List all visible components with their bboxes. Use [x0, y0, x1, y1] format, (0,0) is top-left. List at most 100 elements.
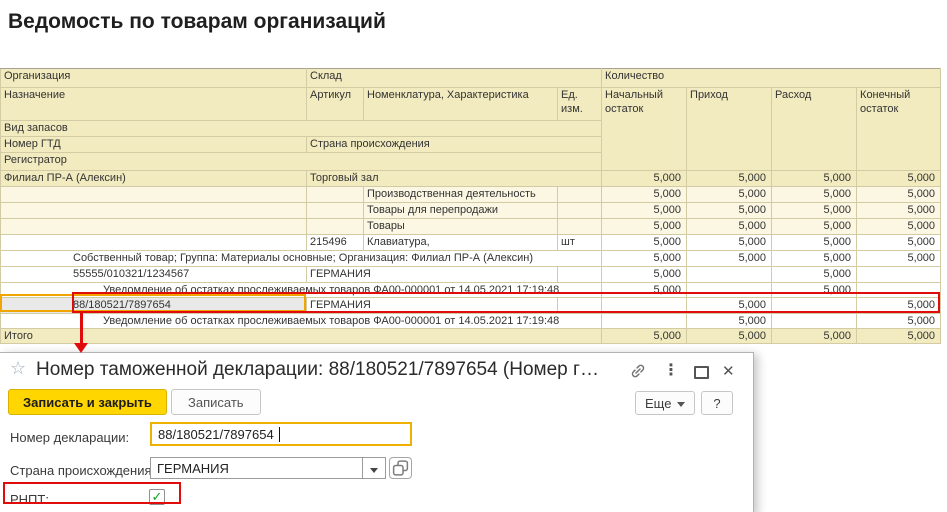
cell-num[interactable]: 5,000: [857, 251, 941, 267]
cell-gtd-number-selected[interactable]: 88/180521/7897654: [1, 298, 307, 314]
cell-empty[interactable]: [307, 187, 364, 203]
cell-origin-country[interactable]: ГЕРМАНИЯ: [307, 267, 558, 283]
cell-empty[interactable]: [558, 298, 602, 314]
cell-num[interactable]: 5,000: [772, 283, 857, 298]
header-purpose[interactable]: Назначение: [1, 88, 307, 121]
cell-registrar-group[interactable]: Уведомление об остатках прослеживаемых т…: [1, 283, 602, 298]
favorite-star-icon[interactable]: ☆: [10, 358, 26, 379]
header-origin-country[interactable]: Страна происхождения: [307, 137, 602, 153]
cell-num[interactable]: 5,000: [857, 187, 941, 203]
cell-group[interactable]: Производственная деятельность: [364, 187, 558, 203]
cell-empty[interactable]: [1, 203, 307, 219]
cell-empty[interactable]: [558, 267, 602, 283]
cell-empty[interactable]: [558, 203, 602, 219]
cell-num[interactable]: 5,000: [772, 219, 857, 235]
declaration-number-input[interactable]: 88/180521/7897654: [150, 422, 412, 446]
cell-num[interactable]: 5,000: [772, 251, 857, 267]
cell-num[interactable]: 5,000: [772, 267, 857, 283]
cell-num[interactable]: 5,000: [602, 235, 687, 251]
cell-num[interactable]: 5,000: [602, 171, 687, 187]
header-closing-balance[interactable]: Конечный остаток: [857, 88, 941, 171]
cell-unit[interactable]: шт: [558, 235, 602, 251]
country-dropdown-button[interactable]: [362, 457, 386, 479]
cell-num[interactable]: 5,000: [602, 283, 687, 298]
cell-total-num[interactable]: 5,000: [687, 329, 772, 344]
cell-num[interactable]: 5,000: [857, 235, 941, 251]
cell-num[interactable]: [857, 267, 941, 283]
cell-num[interactable]: 5,000: [687, 187, 772, 203]
help-button[interactable]: ?: [701, 391, 733, 415]
header-income[interactable]: Приход: [687, 88, 772, 171]
cell-num[interactable]: [772, 314, 857, 329]
link-icon[interactable]: [630, 363, 646, 384]
cell-group[interactable]: Товары: [364, 219, 558, 235]
header-nomenclature[interactable]: Номенклатура, Характеристика: [364, 88, 558, 121]
cell-group[interactable]: Товары для перепродажи: [364, 203, 558, 219]
cell-num[interactable]: 5,000: [602, 203, 687, 219]
cell-num[interactable]: [687, 267, 772, 283]
cell-num[interactable]: [857, 283, 941, 298]
origin-country-input[interactable]: ГЕРМАНИЯ: [150, 457, 363, 479]
cell-registrar-group[interactable]: Уведомление об остатках прослеживаемых т…: [1, 314, 602, 329]
header-organization[interactable]: Организация: [1, 69, 307, 88]
header-opening-balance[interactable]: Начальный остаток: [602, 88, 687, 171]
cell-num[interactable]: 5,000: [772, 187, 857, 203]
header-unit[interactable]: Ед. изм.: [558, 88, 602, 121]
cell-num[interactable]: 5,000: [687, 298, 772, 314]
header-sku[interactable]: Артикул: [307, 88, 364, 121]
cell-num[interactable]: 5,000: [772, 235, 857, 251]
cell-stock-kind-group[interactable]: Собственный товар; Группа: Материалы осн…: [1, 251, 602, 267]
cell-num[interactable]: [687, 283, 772, 298]
cell-empty[interactable]: [1, 235, 307, 251]
cell-num[interactable]: 5,000: [687, 171, 772, 187]
header-registrar[interactable]: Регистратор: [1, 153, 602, 171]
kebab-menu-icon[interactable]: ⋮: [663, 360, 679, 380]
cell-total-num[interactable]: 5,000: [772, 329, 857, 344]
restore-window-icon[interactable]: [694, 366, 709, 379]
cell-num[interactable]: [602, 314, 687, 329]
cell-num[interactable]: 5,000: [602, 187, 687, 203]
cell-origin-country[interactable]: ГЕРМАНИЯ: [307, 298, 558, 314]
save-and-close-button[interactable]: Записать и закрыть: [8, 389, 167, 415]
cell-empty[interactable]: [558, 187, 602, 203]
cell-num[interactable]: [772, 298, 857, 314]
cell-num[interactable]: 5,000: [857, 219, 941, 235]
cell-empty[interactable]: [1, 219, 307, 235]
cell-num[interactable]: [602, 298, 687, 314]
cell-warehouse[interactable]: Торговый зал: [307, 171, 602, 187]
rnpt-checkbox[interactable]: ✓: [149, 489, 165, 505]
cell-gtd-number[interactable]: 55555/010321/1234567: [1, 267, 307, 283]
cell-num[interactable]: 5,000: [602, 251, 687, 267]
cell-nomenclature[interactable]: Клавиатура,: [364, 235, 558, 251]
cell-num[interactable]: 5,000: [857, 203, 941, 219]
cell-num[interactable]: 5,000: [772, 203, 857, 219]
cell-num[interactable]: 5,000: [857, 314, 941, 329]
cell-total-label[interactable]: Итого: [1, 329, 602, 344]
close-icon[interactable]: ✕: [722, 362, 735, 380]
save-button[interactable]: Записать: [171, 389, 261, 415]
cell-total-num[interactable]: 5,000: [857, 329, 941, 344]
cell-num[interactable]: 5,000: [687, 235, 772, 251]
country-open-button[interactable]: [389, 457, 412, 479]
header-warehouse[interactable]: Склад: [307, 69, 602, 88]
header-gtd-number[interactable]: Номер ГТД: [1, 137, 307, 153]
cell-num[interactable]: 5,000: [602, 267, 687, 283]
cell-num[interactable]: 5,000: [857, 171, 941, 187]
cell-num[interactable]: 5,000: [687, 203, 772, 219]
cell-empty[interactable]: [307, 203, 364, 219]
cell-branch[interactable]: Филиал ПР-А (Алексин): [1, 171, 307, 187]
cell-num[interactable]: 5,000: [602, 219, 687, 235]
cell-empty[interactable]: [558, 219, 602, 235]
cell-empty[interactable]: [307, 219, 364, 235]
cell-total-num[interactable]: 5,000: [602, 329, 687, 344]
cell-empty[interactable]: [1, 187, 307, 203]
cell-sku[interactable]: 215496: [307, 235, 364, 251]
cell-num[interactable]: 5,000: [857, 298, 941, 314]
cell-num[interactable]: 5,000: [687, 219, 772, 235]
cell-num[interactable]: 5,000: [687, 251, 772, 267]
cell-num[interactable]: 5,000: [772, 171, 857, 187]
header-expense[interactable]: Расход: [772, 88, 857, 171]
cell-num[interactable]: 5,000: [687, 314, 772, 329]
header-quantity[interactable]: Количество: [602, 69, 941, 88]
more-button[interactable]: Еще: [635, 391, 695, 415]
